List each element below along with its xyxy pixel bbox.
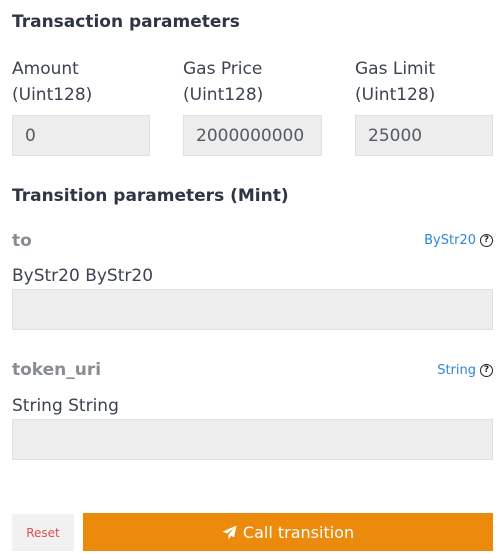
token-uri-input[interactable] bbox=[12, 419, 493, 460]
type-link-label: ByStr20 bbox=[424, 233, 476, 248]
gas-limit-label-type: (Uint128) bbox=[355, 85, 436, 105]
gas-limit-input[interactable] bbox=[355, 115, 493, 156]
call-transition-button[interactable]: Call transition bbox=[83, 513, 493, 551]
gas-price-label: Gas Price (Uint128) bbox=[183, 56, 263, 108]
amount-input[interactable] bbox=[12, 115, 150, 156]
gas-price-label-name: Gas Price bbox=[183, 59, 263, 79]
amount-label-name: Amount bbox=[12, 59, 79, 79]
param-description-to: ByStr20 ByStr20 bbox=[12, 266, 154, 286]
transaction-parameters-title: Transaction parameters bbox=[12, 12, 240, 32]
type-link-bystr20[interactable]: ByStr20 ? bbox=[424, 233, 493, 248]
amount-label: Amount (Uint128) bbox=[12, 56, 92, 108]
transition-parameters-title: Transition parameters (Mint) bbox=[12, 186, 289, 206]
gas-limit-label: Gas Limit (Uint128) bbox=[355, 56, 435, 108]
param-description-token-uri: String String bbox=[12, 396, 119, 416]
type-link-string[interactable]: String ? bbox=[437, 363, 493, 378]
paper-plane-icon bbox=[222, 524, 237, 540]
help-icon: ? bbox=[480, 364, 493, 377]
gas-limit-label-name: Gas Limit bbox=[355, 59, 435, 79]
gas-price-input[interactable] bbox=[183, 115, 322, 156]
call-transition-label: Call transition bbox=[242, 522, 355, 542]
type-link-label: String bbox=[437, 363, 476, 378]
reset-button[interactable]: Reset bbox=[12, 514, 74, 551]
param-name-token-uri: token_uri bbox=[12, 360, 102, 380]
to-input[interactable] bbox=[12, 289, 493, 330]
gas-price-label-type: (Uint128) bbox=[183, 85, 264, 105]
help-icon: ? bbox=[480, 234, 493, 247]
param-name-to: to bbox=[12, 231, 32, 251]
amount-label-type: (Uint128) bbox=[12, 85, 93, 105]
